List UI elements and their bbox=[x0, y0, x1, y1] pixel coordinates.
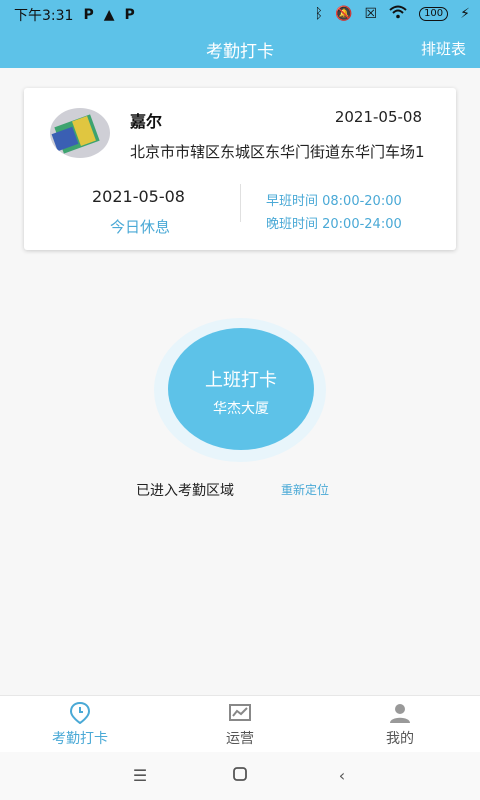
attendance-card: 嘉尔 2021-05-08 北京市市辖区东城区东华门街道东华门车场1 2021-… bbox=[24, 88, 456, 250]
back-icon[interactable]: ‹ bbox=[332, 766, 352, 786]
menu-icon[interactable]: ☰ bbox=[130, 766, 150, 786]
divider bbox=[240, 184, 241, 222]
chart-icon bbox=[229, 702, 251, 724]
notification-p-icon: P bbox=[83, 7, 94, 23]
person-icon bbox=[389, 702, 411, 724]
sim-off-icon: ☒ bbox=[364, 6, 378, 22]
notification-p-icon-2: P bbox=[124, 7, 135, 23]
punch-label: 上班打卡 bbox=[205, 370, 277, 391]
clock-pin-icon bbox=[69, 701, 91, 725]
user-name: 嘉尔 bbox=[130, 112, 163, 131]
wifi-icon bbox=[389, 5, 407, 23]
address-text: 北京市市辖区东城区东华门街道东华门车场1 bbox=[130, 143, 425, 161]
system-nav-bar: ☰ ‹ bbox=[0, 752, 480, 800]
status-time: 下午3:31 bbox=[14, 8, 74, 24]
punch-location: 华杰大厦 bbox=[213, 401, 269, 417]
home-icon[interactable] bbox=[230, 766, 250, 786]
schedule-button[interactable]: 排班表 bbox=[421, 38, 466, 59]
app-header: 考勤打卡 排班表 bbox=[0, 28, 480, 68]
avatar bbox=[50, 108, 110, 158]
tab-operations[interactable]: 运营 bbox=[180, 696, 300, 752]
mute-icon: 🔕 bbox=[335, 6, 353, 22]
bluetooth-icon: ᛒ bbox=[314, 6, 324, 22]
morning-shift: 早班时间 08:00-20:00 bbox=[266, 194, 402, 209]
tab-mine[interactable]: 我的 bbox=[340, 696, 460, 752]
page-title: 考勤打卡 bbox=[206, 42, 274, 62]
rest-status: 今日休息 bbox=[110, 218, 171, 236]
card-date-top: 2021-05-08 bbox=[334, 108, 422, 126]
tab-attendance[interactable]: 考勤打卡 bbox=[20, 696, 140, 752]
area-status: 已进入考勤区域 bbox=[136, 483, 234, 499]
tab-attendance-label: 考勤打卡 bbox=[52, 731, 108, 747]
relocate-link[interactable]: 重新定位 bbox=[281, 481, 329, 498]
evening-shift: 晚班时间 20:00-24:00 bbox=[266, 217, 402, 232]
tab-mine-label: 我的 bbox=[386, 731, 414, 747]
schedule-date: 2021-05-08 bbox=[92, 187, 185, 206]
status-bar: 下午3:31 P ▲ P ᛒ 🔕 ☒ 100 ⚡ bbox=[0, 0, 480, 28]
bottom-tab-bar: 考勤打卡 运营 我的 bbox=[0, 695, 480, 752]
punch-in-button[interactable]: 上班打卡 华杰大厦 bbox=[168, 328, 314, 450]
battery-icon: 100 bbox=[419, 7, 449, 21]
tab-operations-label: 运营 bbox=[226, 731, 254, 747]
warning-icon: ▲ bbox=[103, 7, 115, 23]
charging-icon: ⚡ bbox=[460, 6, 470, 22]
